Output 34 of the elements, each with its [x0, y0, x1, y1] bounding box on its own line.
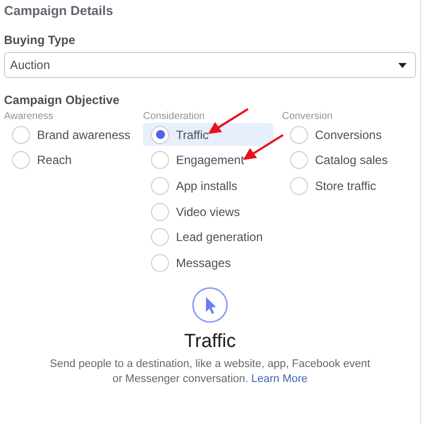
- objective-option[interactable]: Brand awareness: [4, 123, 134, 146]
- group-heading: Awareness: [4, 111, 54, 123]
- radio-button[interactable]: [12, 126, 30, 144]
- objective-option[interactable]: Lead generation: [143, 226, 273, 249]
- objective-option[interactable]: Traffic: [143, 123, 273, 146]
- group-heading: Consideration: [143, 111, 206, 123]
- objective-option[interactable]: Reach: [4, 148, 134, 172]
- section-title: Campaign Details: [4, 3, 114, 20]
- objective-description: Send people to a destination, like a website, app, Facebook event or Messenger conversation. Learn More: [48, 357, 372, 388]
- radio-button[interactable]: [290, 176, 308, 195]
- radio-button[interactable]: [290, 126, 308, 144]
- objective-option[interactable]: Store traffic: [282, 174, 412, 198]
- radio-button[interactable]: [290, 151, 308, 170]
- group-heading: Conversion: [282, 111, 334, 123]
- objective-option[interactable]: Video views: [143, 200, 273, 224]
- caret-icon: [398, 62, 407, 68]
- radio-button[interactable]: [151, 228, 169, 246]
- objective-option[interactable]: Engagement: [143, 148, 273, 172]
- field-label: Campaign Objective: [4, 93, 120, 107]
- objective-title: Traffic: [184, 331, 236, 354]
- radio-button[interactable]: [12, 151, 30, 170]
- radio-button[interactable]: [151, 151, 169, 170]
- cursor-icon: [192, 287, 228, 324]
- objective-option[interactable]: Messages: [143, 251, 273, 274]
- field-label: Buying Type: [4, 33, 76, 47]
- radio-button[interactable]: [151, 126, 169, 144]
- objective-option[interactable]: Catalog sales: [282, 148, 412, 172]
- objective-option[interactable]: Conversions: [282, 123, 412, 146]
- learn-more-link[interactable]: Learn More: [251, 373, 308, 386]
- objective-option[interactable]: App installs: [143, 174, 273, 198]
- radio-button[interactable]: [151, 176, 169, 195]
- buying-type-dropdown[interactable]: Auction: [4, 52, 416, 78]
- radio-button[interactable]: [151, 202, 169, 221]
- radio-button[interactable]: [151, 254, 169, 272]
